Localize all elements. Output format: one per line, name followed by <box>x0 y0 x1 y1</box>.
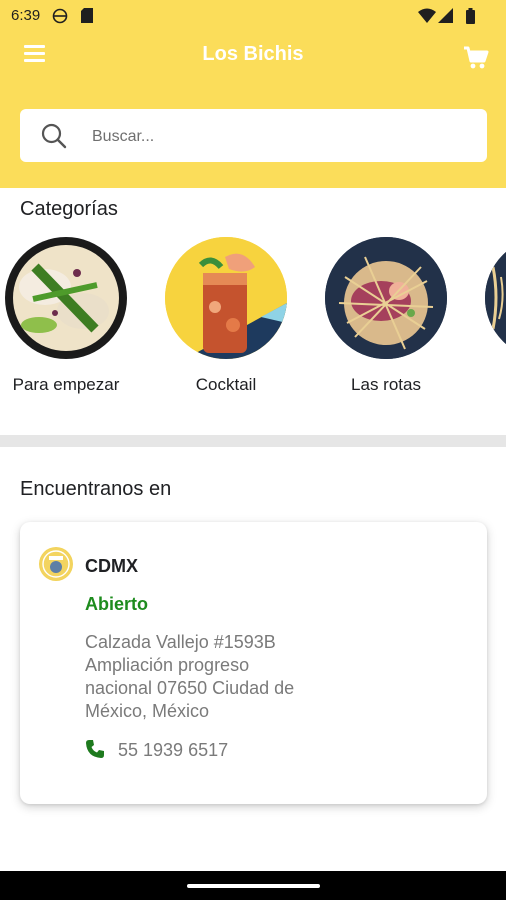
category-label: Cocktail <box>195 375 257 394</box>
location-address: Calzada Vallejo #1593B Ampliación progre… <box>85 632 295 721</box>
sim-card-icon <box>81 8 93 23</box>
status-bar: 6:39 <box>0 0 506 32</box>
search-input[interactable] <box>90 124 464 150</box>
vpn-icon <box>52 8 68 24</box>
battery-icon <box>466 8 475 24</box>
home-gesture-handle[interactable] <box>187 884 320 888</box>
category-image <box>325 237 447 359</box>
system-nav-bar <box>0 871 506 900</box>
category-image <box>165 237 287 359</box>
cell-signal-icon <box>438 8 453 23</box>
category-label: Las rotas <box>351 375 421 394</box>
category-las-rotas[interactable]: Las rotas <box>306 237 466 402</box>
section-divider <box>0 435 506 447</box>
locations-heading: Encuentranos en <box>20 478 172 500</box>
category-label: Para empezar <box>12 375 120 394</box>
cart-icon[interactable] <box>463 46 489 70</box>
app-title: Los Bichis <box>202 43 304 65</box>
categories-heading: Categorías <box>20 198 118 220</box>
open-status: Abierto <box>85 594 148 614</box>
location-phone[interactable]: 55 1939 6517 <box>118 740 228 761</box>
search-icon <box>41 123 67 149</box>
category-partial[interactable] <box>466 237 506 402</box>
location-card[interactable]: CDMX Abierto Calzada Vallejo #1593B Ampl… <box>20 522 487 804</box>
category-image <box>485 237 506 359</box>
status-time: 6:39 <box>11 7 41 24</box>
category-para-empezar[interactable]: Para empezar <box>0 237 146 402</box>
app-header: 6:39 Los Bichis <box>0 0 506 188</box>
location-city: CDMX <box>85 556 138 576</box>
search-bar[interactable] <box>20 109 487 162</box>
phone-icon[interactable] <box>85 739 105 759</box>
category-cocktail[interactable]: Cocktail <box>146 237 306 402</box>
wifi-icon <box>418 8 436 23</box>
restaurant-logo <box>39 547 73 581</box>
category-image <box>5 237 127 359</box>
